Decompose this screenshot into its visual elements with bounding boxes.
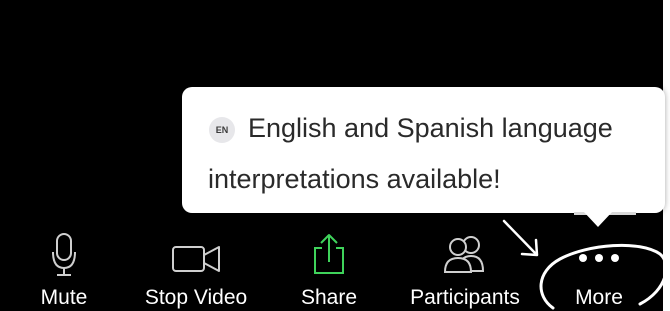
stop-video-button[interactable]: Stop Video bbox=[134, 224, 258, 311]
participants-icon bbox=[443, 236, 485, 273]
participants-button[interactable]: Participants bbox=[398, 224, 532, 311]
mute-button[interactable]: Mute bbox=[28, 224, 100, 311]
more-button[interactable]: More bbox=[562, 224, 636, 311]
meeting-toolbar: Mute Stop Video Share Participants More bbox=[0, 224, 663, 311]
meeting-screen: Mute Stop Video Share Participants More … bbox=[0, 0, 670, 311]
share-label: Share bbox=[300, 286, 358, 309]
interpretation-tooltip bbox=[182, 87, 665, 213]
stop-video-label: Stop Video bbox=[144, 286, 248, 309]
more-dots-icon bbox=[579, 254, 619, 262]
video-camera-icon bbox=[172, 246, 220, 272]
participants-label: Participants bbox=[410, 286, 520, 309]
tooltip-message-line1: English and Spanish language bbox=[248, 113, 613, 143]
language-badge: EN bbox=[209, 117, 235, 143]
share-button[interactable]: Share bbox=[290, 224, 368, 311]
tooltip-message-line2: interpretations available! bbox=[208, 164, 501, 194]
share-upload-icon bbox=[314, 234, 344, 274]
more-label: More bbox=[575, 286, 623, 309]
microphone-icon bbox=[52, 233, 76, 276]
mute-label: Mute bbox=[40, 286, 88, 309]
tooltip-pointer bbox=[583, 211, 613, 227]
